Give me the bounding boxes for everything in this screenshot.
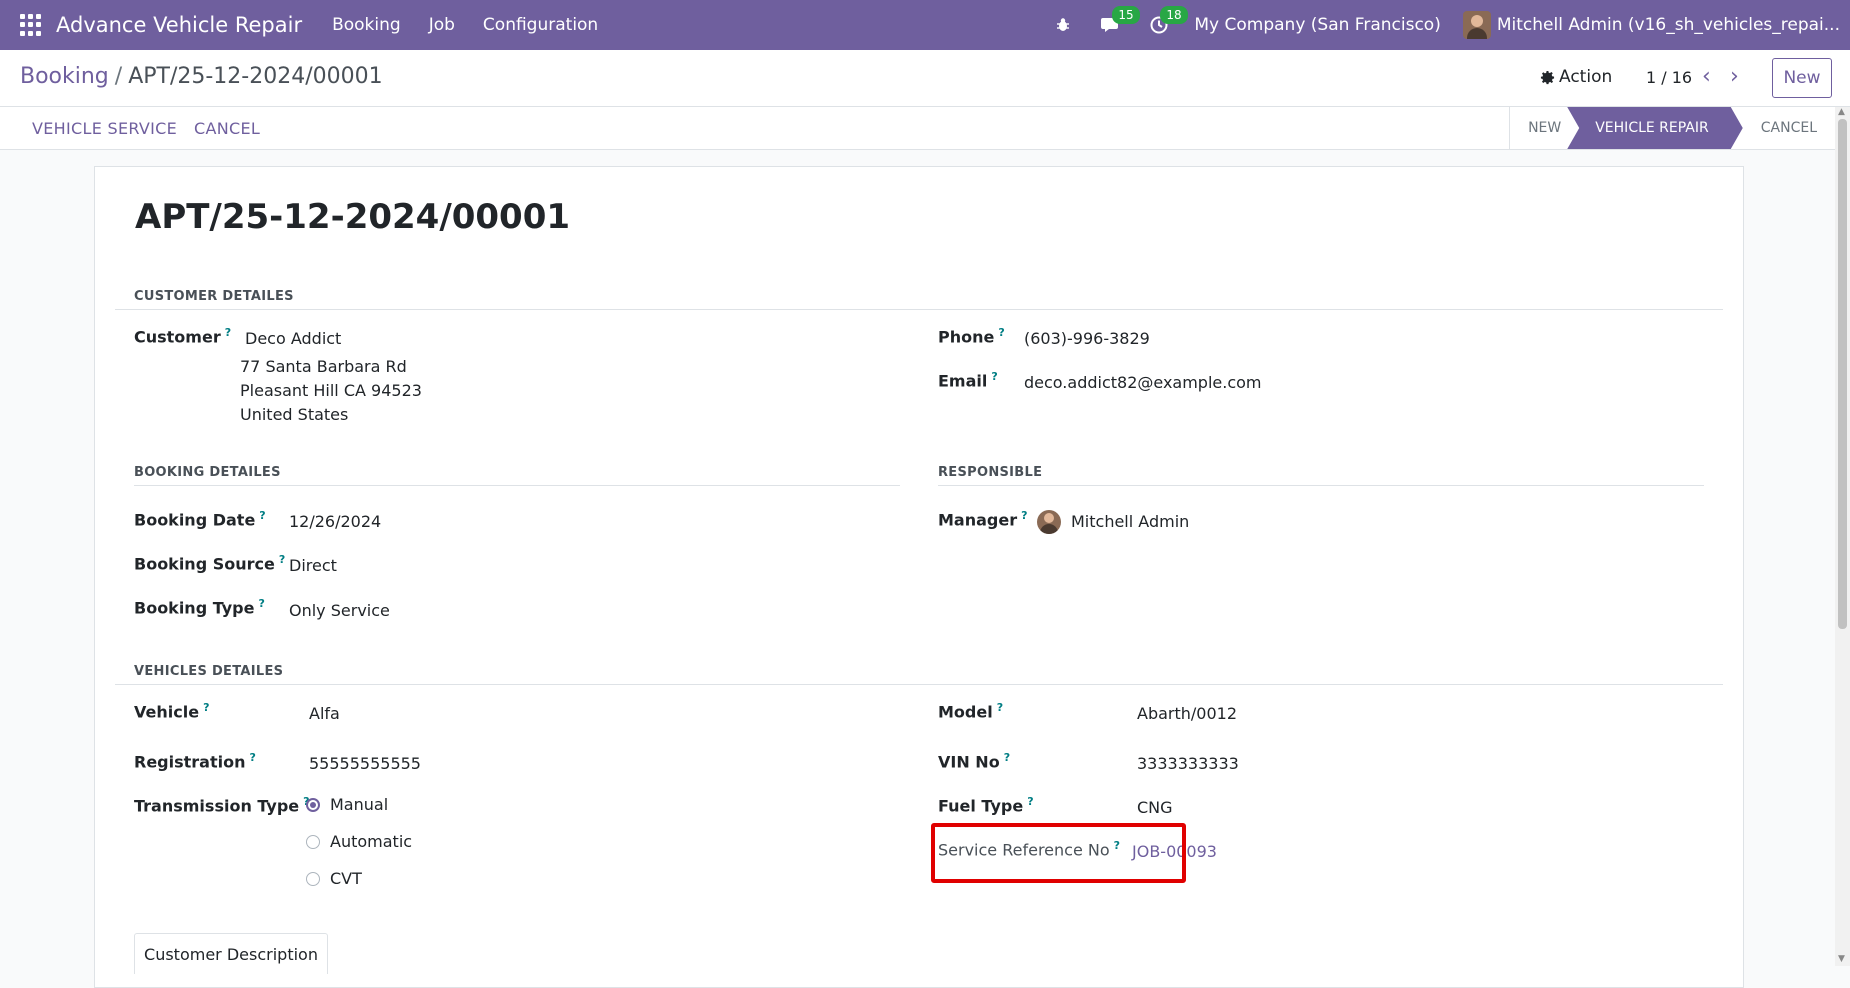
email-label: Email?	[938, 370, 998, 391]
company-switcher[interactable]: My Company (San Francisco)	[1194, 15, 1440, 35]
action-button[interactable]: Action	[1540, 67, 1612, 87]
pager-next-icon[interactable]: ›	[1730, 64, 1739, 89]
form-sheet: APT/25-12-2024/00001 CUSTOMER DETAILES C…	[94, 166, 1744, 988]
pager-prev-icon[interactable]: ‹	[1702, 64, 1711, 89]
user-menu[interactable]: Mitchell Admin (v16_sh_vehicles_repai...	[1462, 11, 1840, 39]
manager-field[interactable]: Mitchell Admin	[1071, 512, 1189, 531]
stage-new[interactable]: NEW	[1509, 107, 1579, 149]
record-title: APT/25-12-2024/00001	[135, 197, 571, 237]
stage-pipeline: NEW VEHICLE REPAIR CANCEL	[1509, 107, 1835, 149]
help-icon: ?	[1021, 509, 1028, 522]
vehicles-section-title: VEHICLES DETAILES	[134, 664, 284, 679]
help-icon: ?	[1003, 751, 1011, 764]
customer-address-line2: Pleasant Hill CA 94523	[240, 381, 422, 400]
help-icon: ?	[998, 326, 1005, 339]
messages-badge: 15	[1112, 6, 1140, 24]
breadcrumb-separator: /	[114, 64, 123, 89]
booking-source-field[interactable]: Direct	[289, 556, 337, 575]
help-icon: ?	[249, 751, 256, 764]
activities-badge: 18	[1160, 6, 1188, 24]
menu-booking[interactable]: Booking	[332, 15, 401, 35]
customer-section-title: CUSTOMER DETAILES	[134, 289, 294, 304]
customer-name[interactable]: Deco Addict	[245, 329, 341, 348]
debug-bug-icon[interactable]	[1050, 12, 1076, 38]
tab-customer-description[interactable]: Customer Description	[134, 933, 328, 974]
cancel-button[interactable]: CANCEL	[194, 119, 260, 138]
registration-field[interactable]: 55555555555	[309, 754, 421, 773]
fuel-type-label: Fuel Type?	[938, 795, 1034, 816]
model-field[interactable]: Abarth/0012	[1137, 704, 1237, 723]
booking-source-label: Booking Source?	[134, 553, 286, 574]
help-icon: ?	[203, 701, 210, 714]
vin-label: VIN No?	[938, 751, 1011, 772]
customer-address-line1: 77 Santa Barbara Rd	[240, 357, 407, 376]
help-icon: ?	[1027, 795, 1034, 808]
help-icon: ?	[996, 701, 1004, 714]
page-scrollbar[interactable]: ▲ ▼	[1835, 107, 1850, 966]
booking-date-label: Booking Date?	[134, 509, 266, 530]
booking-type-label: Booking Type?	[134, 597, 265, 618]
responsible-separator	[938, 485, 1704, 486]
vehicles-separator	[115, 684, 1723, 685]
booking-type-field[interactable]: Only Service	[289, 601, 390, 620]
manager-avatar	[1037, 510, 1061, 534]
app-brand[interactable]: Advance Vehicle Repair	[56, 13, 302, 37]
radio-empty-icon	[306, 834, 320, 849]
radio-empty-icon	[306, 871, 320, 886]
help-icon: ?	[224, 326, 232, 339]
stage-cancel[interactable]: CANCEL	[1743, 107, 1835, 149]
gear-icon	[1540, 70, 1555, 84]
help-icon: ?	[258, 597, 265, 610]
customer-label: Customer?	[134, 326, 232, 347]
help-icon: ?	[991, 370, 998, 383]
customer-address-line3: United States	[240, 405, 349, 424]
action-label: Action	[1559, 67, 1613, 87]
user-name: Mitchell Admin (v16_sh_vehicles_repai...	[1496, 15, 1840, 35]
apps-grid-icon[interactable]	[20, 14, 42, 36]
messages-chat-icon[interactable]: 15	[1098, 6, 1140, 38]
transmission-label: Transmission Type?	[134, 795, 310, 815]
transmission-option-manual[interactable]: Manual	[306, 795, 388, 814]
radio-selected-icon	[306, 797, 320, 812]
status-bar: VEHICLE SERVICE CANCEL NEW VEHICLE REPAI…	[0, 107, 1835, 150]
manager-label: Manager?	[938, 509, 1028, 530]
breadcrumb-booking[interactable]: Booking	[20, 64, 109, 89]
menu-configuration[interactable]: Configuration	[483, 15, 598, 35]
highlight-box	[931, 823, 1186, 883]
breadcrumb: Booking / APT/25-12-2024/00001	[20, 64, 383, 89]
new-button[interactable]: New	[1772, 58, 1832, 98]
registration-label: Registration?	[134, 751, 256, 772]
responsible-section-title: RESPONSIBLE	[938, 465, 1043, 480]
scroll-thumb[interactable]	[1838, 119, 1847, 629]
booking-separator	[134, 485, 900, 486]
transmission-option-cvt[interactable]: CVT	[306, 869, 362, 888]
help-icon: ?	[259, 509, 266, 522]
menu-job[interactable]: Job	[429, 15, 455, 35]
phone-field[interactable]: (603)-996-3829	[1024, 329, 1150, 348]
customer-separator	[115, 309, 1723, 310]
scroll-up-icon[interactable]: ▲	[1838, 107, 1845, 117]
vehicle-field[interactable]: Alfa	[309, 704, 340, 723]
booking-date-field[interactable]: 12/26/2024	[289, 512, 381, 531]
scroll-down-icon[interactable]: ▼	[1838, 954, 1845, 964]
top-navbar: Advance Vehicle Repair Booking Job Confi…	[0, 0, 1850, 50]
transmission-option-automatic[interactable]: Automatic	[306, 832, 412, 851]
vin-field[interactable]: 3333333333	[1137, 754, 1239, 773]
help-icon: ?	[278, 553, 286, 566]
booking-section-title: BOOKING DETAILES	[134, 465, 281, 480]
vehicle-label: Vehicle?	[134, 701, 210, 722]
user-avatar	[1462, 11, 1491, 39]
pager-value[interactable]: 1 / 16	[1646, 68, 1692, 87]
phone-label: Phone?	[938, 326, 1005, 347]
control-panel: Booking / APT/25-12-2024/00001 Action 1 / …	[0, 50, 1850, 107]
fuel-type-field[interactable]: CNG	[1137, 798, 1173, 817]
activities-clock-icon[interactable]: 18	[1146, 6, 1188, 38]
breadcrumb-current: APT/25-12-2024/00001	[128, 64, 383, 89]
model-label: Model?	[938, 701, 1004, 722]
vehicle-service-button[interactable]: VEHICLE SERVICE	[32, 119, 177, 138]
email-field[interactable]: deco.addict82@example.com	[1024, 373, 1262, 392]
stage-vehicle-repair[interactable]: VEHICLE REPAIR	[1567, 107, 1743, 149]
